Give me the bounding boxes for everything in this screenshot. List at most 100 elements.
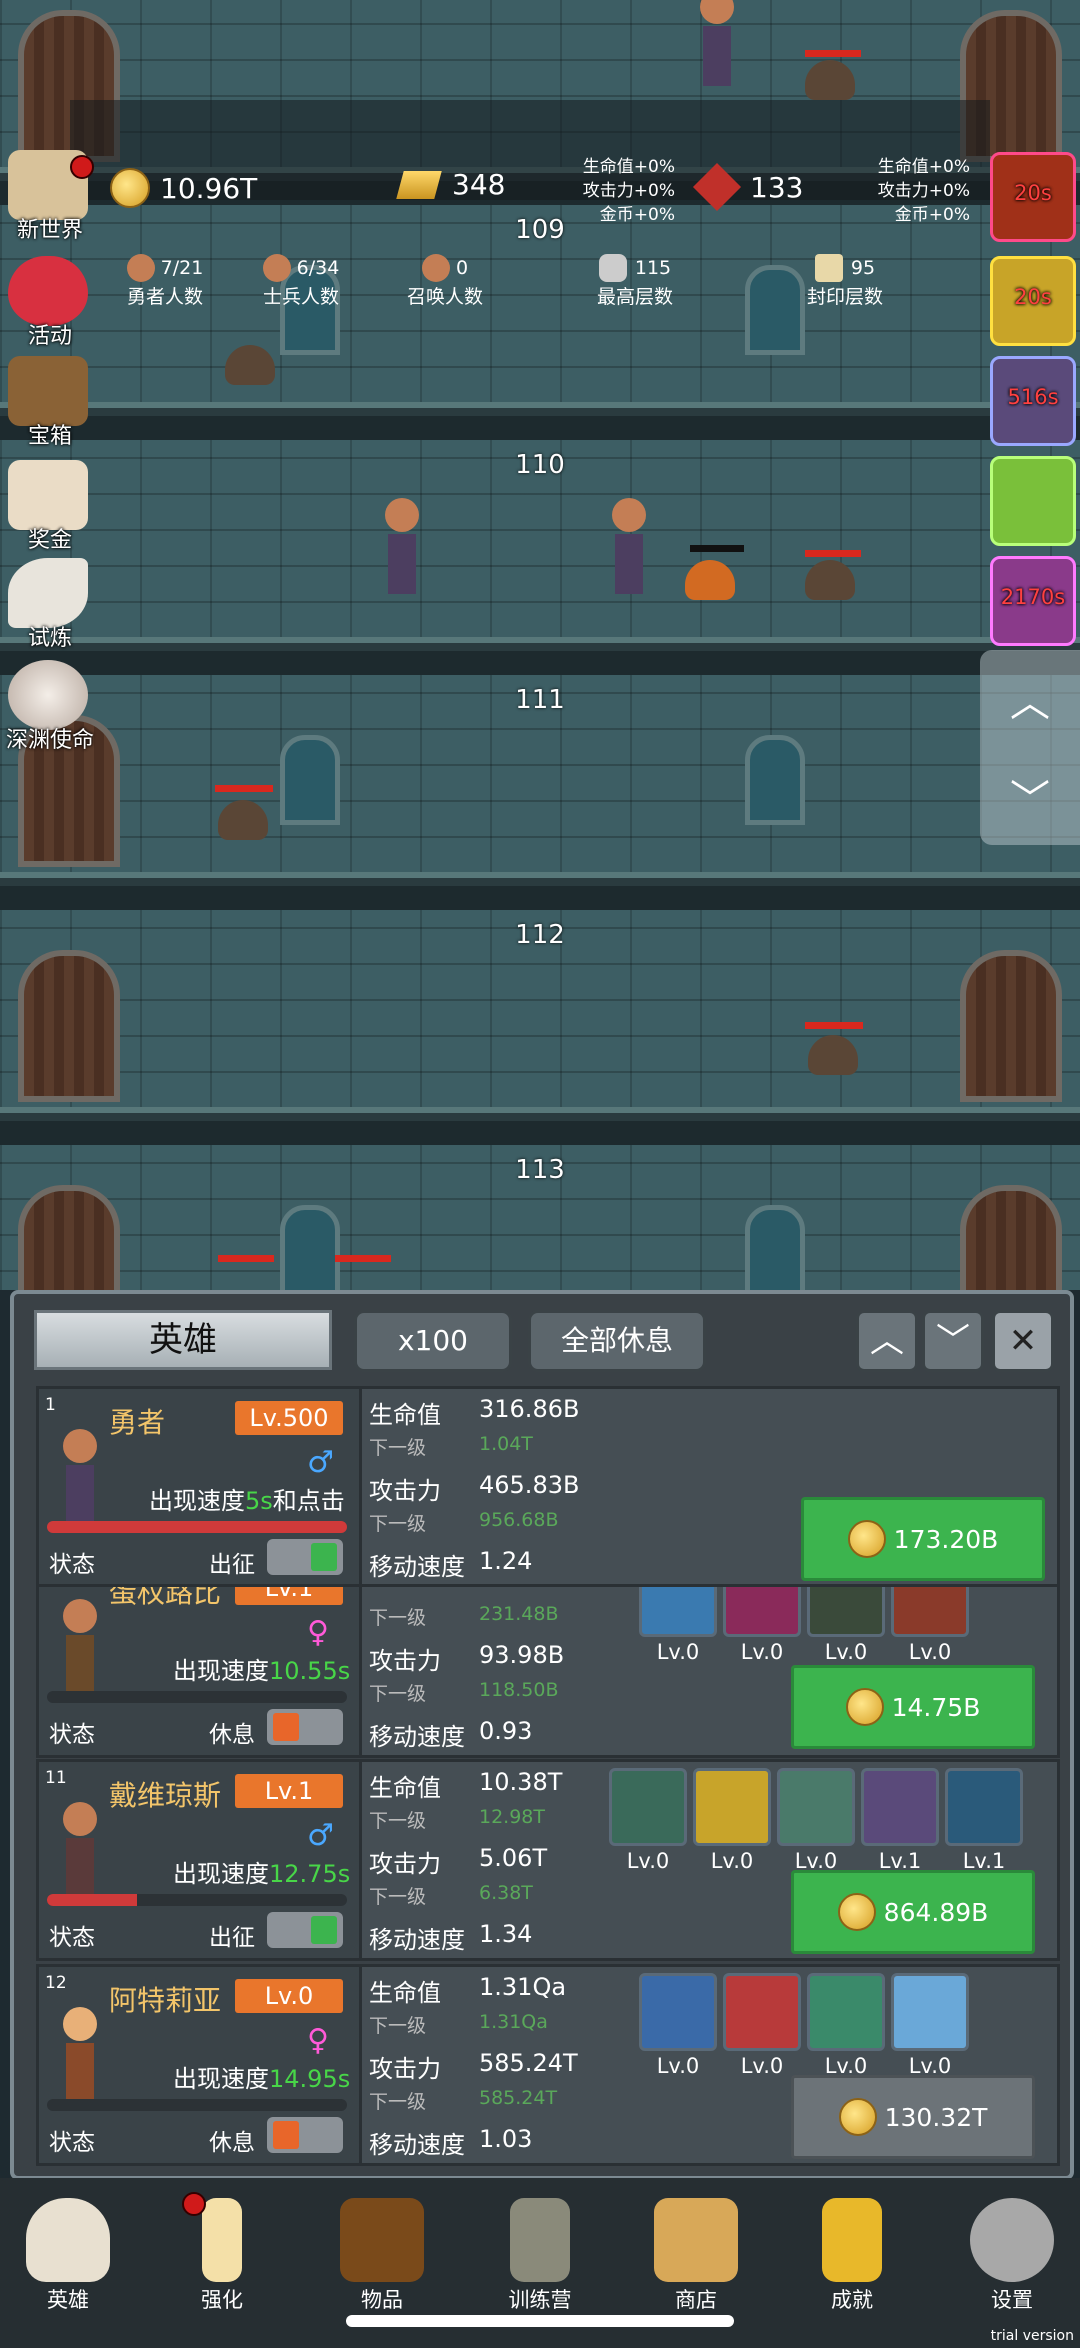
rest-all-button[interactable]: 全部休息 — [528, 1310, 706, 1372]
blade-skill-icon[interactable]: Lv.0 — [723, 1973, 801, 2078]
floor-110: 110 — [0, 440, 1080, 675]
skill-list: Lv.0 Lv.0 Lv.0 Lv.0 — [639, 1973, 1039, 2078]
coin-icon — [845, 1688, 884, 1726]
nav-shop[interactable]: 商店 — [636, 2192, 756, 2332]
hero-card[interactable]: 1 勇者 Lv.500 ♂ 出现速度5s和点击 状态 出征 生命值 316.86B… — [36, 1386, 1060, 1588]
home-indicator[interactable] — [346, 2315, 734, 2327]
upgrade-button[interactable]: 173.20B — [801, 1497, 1045, 1581]
spawn-speed: 出现速度10.55s — [173, 1657, 351, 1685]
lantern-icon — [510, 2198, 570, 2282]
floor-111: 111 — [0, 675, 1080, 910]
pearl-icon — [8, 660, 88, 730]
book-icon — [340, 2198, 424, 2282]
deploy-toggle[interactable] — [267, 1709, 343, 1745]
hero-stats: 生命值 10.38T 下一级 12.98T 攻击力 5.06T 下一级 6.38T 移动… — [369, 1768, 563, 1954]
male-icon: ♂ — [307, 1818, 334, 1853]
soldier-count: 6/34 士兵人数 — [236, 254, 366, 309]
leaf-shield-skill-icon[interactable]: Lv.0 — [639, 1587, 717, 1664]
max-floor-count: 115 最高层数 — [560, 254, 710, 309]
menu-chest[interactable]: 宝箱 — [0, 356, 100, 452]
buff-slot-5[interactable]: 2170s — [990, 556, 1076, 646]
nav-heroes[interactable]: 英雄 — [8, 2192, 128, 2332]
envelope-icon — [8, 460, 88, 530]
deploy-toggle[interactable] — [267, 1539, 343, 1575]
hero-card[interactable]: 11 戴维琼斯 Lv.1 ♂ 出现速度12.75s 状态 出征 生命值 10.38… — [36, 1759, 1060, 1961]
heart-plus-skill-icon[interactable]: Lv.0 — [891, 1973, 969, 2078]
boot-skill-icon[interactable]: Lv.0 — [891, 1587, 969, 1664]
coin-icon — [110, 168, 150, 208]
upgrade-button[interactable]: 14.75B — [791, 1665, 1035, 1749]
hp-bar — [47, 1521, 347, 1533]
nav-training[interactable]: 训练营 — [480, 2192, 600, 2332]
hero-avatar — [63, 1429, 97, 1529]
floor-113: 113 — [0, 1145, 1080, 1290]
multiplier-button[interactable]: x100 — [354, 1310, 512, 1372]
scroll-up-button[interactable]: ︿ — [980, 650, 1080, 747]
soldier-head-icon — [262, 254, 291, 282]
game-view[interactable]: 108 109 110 111 112 113 10.96T 348 — [0, 0, 1080, 1290]
menu-abyss-mission[interactable]: 深渊使命 — [0, 660, 100, 756]
level-badge: Lv.1 — [235, 1587, 343, 1605]
spawn-speed: 出现速度14.95s — [173, 2065, 351, 2093]
hero-head-icon — [126, 254, 155, 282]
heart-icon — [8, 256, 88, 326]
summon-head-icon — [421, 254, 450, 282]
collapse-down-button[interactable]: ﹀ — [922, 1310, 984, 1372]
armor-skill-icon[interactable]: Lv.0 — [639, 1973, 717, 2078]
close-button[interactable]: ✕ — [992, 1310, 1054, 1372]
hero-avatar — [63, 2007, 97, 2107]
scroll-down-button[interactable]: ﹀ — [980, 747, 1080, 844]
candle-icon — [202, 2198, 242, 2282]
buff-list-left: 生命值+0% 攻击力+0% 金币+0% — [582, 157, 675, 225]
menu-new-world[interactable]: 新世界 — [0, 150, 100, 246]
hero-stats: 下一级 231.48B 攻击力 93.98B 下一级 118.50B 移动速度 0.93 — [369, 1603, 565, 1751]
buff-slot-4[interactable] — [990, 456, 1076, 546]
nav-upgrade[interactable]: 强化 — [162, 2192, 282, 2332]
hero-stats: 生命值 316.86B 下一级 1.04T 攻击力 465.83B 下一级 956.68… — [369, 1395, 580, 1581]
sword-slash-skill-icon[interactable]: Lv.0 — [693, 1768, 771, 1873]
spawn-speed: 出现速度12.75s — [173, 1860, 351, 1888]
collapse-up-button[interactable]: ︿ — [856, 1310, 918, 1372]
floor-112: 112 — [0, 910, 1080, 1145]
nav-settings[interactable]: 设置 — [952, 2192, 1072, 2332]
deploy-toggle[interactable] — [267, 2117, 343, 2153]
claw-skill-icon[interactable]: Lv.0 — [723, 1587, 801, 1664]
hero-portrait-panel: 11 戴维琼斯 Lv.1 ♂ 出现速度12.75s 状态 出征 — [39, 1762, 362, 1958]
scratch-skill-icon[interactable]: Lv.1 — [861, 1768, 939, 1873]
female-icon: ♀ — [307, 2023, 329, 2058]
buff-slot-3[interactable]: 516s — [990, 356, 1076, 446]
level-badge: Lv.1 — [235, 1774, 343, 1808]
panel-title: 英雄 — [34, 1310, 332, 1370]
hero-panel: 英雄 x100 全部休息 ︿ ﹀ ✕ 1 勇者 Lv.500 ♂ 出现速度5s和… — [10, 1290, 1074, 2180]
skill-list: Lv.0 Lv.0 Lv.0 Lv.0 — [639, 1587, 1039, 1664]
floor-scroll-control: ︿ ﹀ — [980, 650, 1080, 845]
skull-icon — [26, 2198, 110, 2282]
gold-counter: 348 — [396, 168, 505, 201]
hero-portrait-panel: 蛋权路比 Lv.1 ♀ 出现速度10.55s 状态 休息 — [39, 1587, 362, 1755]
upgrade-button[interactable]: 864.89B — [791, 1870, 1035, 1954]
buff-slot-2[interactable]: 20s — [990, 256, 1076, 346]
menu-trial[interactable]: 试炼 — [0, 558, 100, 654]
hero-count: 7/21 勇者人数 — [100, 254, 230, 309]
hero-name: 勇者 — [109, 1406, 166, 1439]
skull-shield-skill-icon[interactable]: Lv.0 — [609, 1768, 687, 1873]
nav-items[interactable]: 物品 — [322, 2192, 442, 2332]
coin-icon — [838, 2098, 877, 2136]
seal-floor-count: 95 封印层数 — [770, 254, 920, 309]
arrows-skill-icon[interactable]: Lv.0 — [807, 1973, 885, 2078]
arm-skill-icon[interactable]: Lv.0 — [777, 1768, 855, 1873]
menu-event[interactable]: 活动 — [0, 256, 100, 352]
spider-skill-icon[interactable]: Lv.0 — [807, 1587, 885, 1664]
hero-card[interactable]: 12 阿特莉亚 Lv.0 ♀ 出现速度14.95s 状态 休息 生命值 1.31Q… — [36, 1964, 1060, 2166]
hero-card[interactable]: 蛋权路比 Lv.1 ♀ 出现速度10.55s 状态 休息 下一级 231.48B … — [36, 1584, 1060, 1758]
gear-icon — [970, 2198, 1054, 2282]
trial-watermark: trial version — [990, 2328, 1074, 2344]
bear-skill-icon[interactable]: Lv.1 — [945, 1768, 1023, 1873]
deploy-toggle[interactable] — [267, 1912, 343, 1948]
menu-bonus[interactable]: 奖金 — [0, 460, 100, 556]
floor-number: 112 — [515, 920, 565, 950]
hero-portrait-panel: 1 勇者 Lv.500 ♂ 出现速度5s和点击 状态 出征 — [39, 1389, 362, 1585]
nav-achievements[interactable]: 成就 — [792, 2192, 912, 2332]
upgrade-button[interactable]: 130.32T — [791, 2075, 1035, 2159]
buff-slot-1[interactable]: 20s — [990, 152, 1076, 242]
